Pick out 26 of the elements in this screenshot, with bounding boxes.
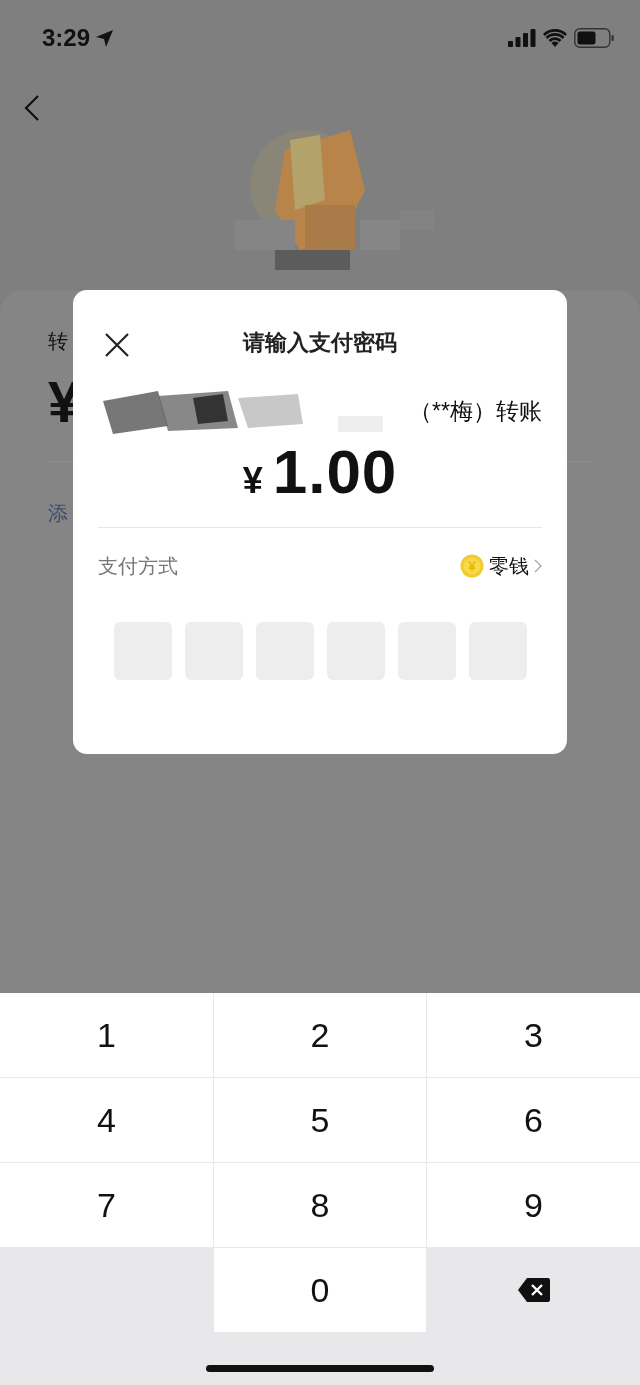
digit-key[interactable]: 7 — [0, 1163, 213, 1247]
currency-symbol: ¥ — [242, 460, 263, 502]
wifi-icon — [543, 29, 567, 47]
battery-icon — [574, 28, 614, 48]
digit-key[interactable]: 4 — [0, 1078, 213, 1162]
coin-icon — [460, 554, 484, 578]
payment-method-label: 支付方式 — [98, 553, 178, 579]
field-label: 转 — [48, 329, 68, 354]
digit-key[interactable]: 1 — [0, 993, 213, 1077]
dialog-title: 请输入支付密码 — [243, 329, 397, 357]
status-time: 3:29 — [42, 24, 91, 52]
digit-key[interactable]: 8 — [214, 1163, 426, 1247]
digit-key[interactable]: 6 — [427, 1078, 640, 1162]
digit-key[interactable]: 5 — [214, 1078, 426, 1162]
digit-key[interactable]: 9 — [427, 1163, 640, 1247]
digit-key[interactable]: 0 — [214, 1248, 426, 1332]
payment-method-value[interactable]: 零钱 — [489, 552, 529, 580]
close-icon[interactable] — [105, 333, 129, 357]
location-arrow-icon — [96, 29, 114, 47]
back-icon[interactable] — [24, 94, 40, 122]
payee-text: （**梅）转账 — [409, 396, 542, 426]
signal-icon — [508, 29, 536, 47]
digit-key[interactable]: 2 — [214, 993, 426, 1077]
backspace-icon[interactable] — [517, 1278, 550, 1302]
amount-text: 1.00 — [272, 436, 398, 507]
digit-key[interactable]: 3 — [427, 993, 640, 1077]
